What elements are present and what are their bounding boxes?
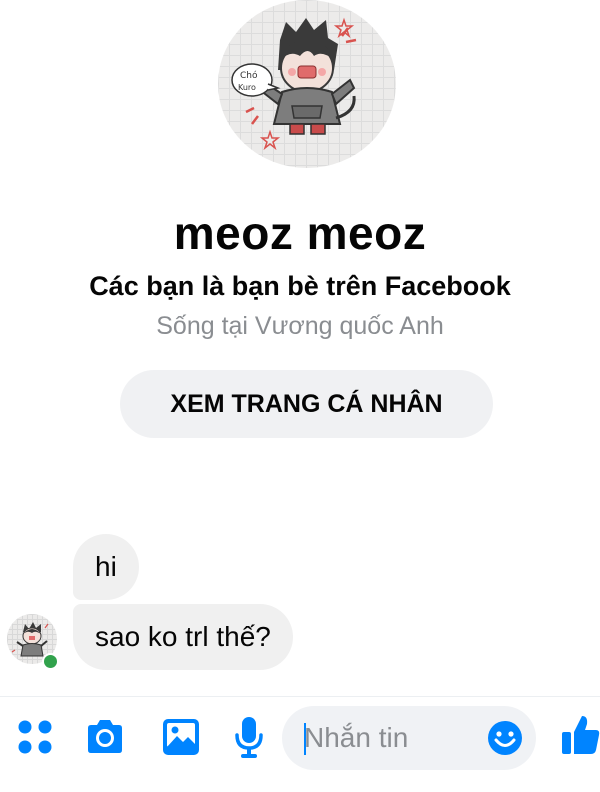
apps-icon[interactable] [17,719,53,755]
message-input[interactable] [304,714,479,762]
friend-status: Các bạn là bạn bè trên Facebook [89,271,511,301]
message-input-container[interactable] [282,706,536,770]
camera-icon[interactable] [84,718,126,756]
emoji-icon[interactable] [486,719,524,757]
photo-caption-1: Chó [240,70,258,81]
thumbs-up-icon[interactable] [560,712,600,756]
text-caret [304,723,306,755]
profile-drawing: Chó Kuro [231,17,357,151]
view-profile-button[interactable]: XEM TRANG CÁ NHÂN [120,370,493,438]
profile-photo[interactable]: Chó Kuro [218,0,396,168]
profile-name: meoz meoz [173,207,427,259]
messenger-conversation: Chó Kuro meoz meoz Các bạn là bạn bè trê… [0,0,600,792]
message-bubble[interactable]: sao ko trl thế? [73,604,293,670]
photo-caption-2: Kuro [238,83,256,92]
gallery-icon[interactable] [161,717,201,757]
message-bubble[interactable]: hi [73,534,139,600]
online-status-dot [42,653,59,670]
location-text: Sống tại Vương quốc Anh [156,312,444,340]
microphone-icon[interactable] [233,715,265,759]
